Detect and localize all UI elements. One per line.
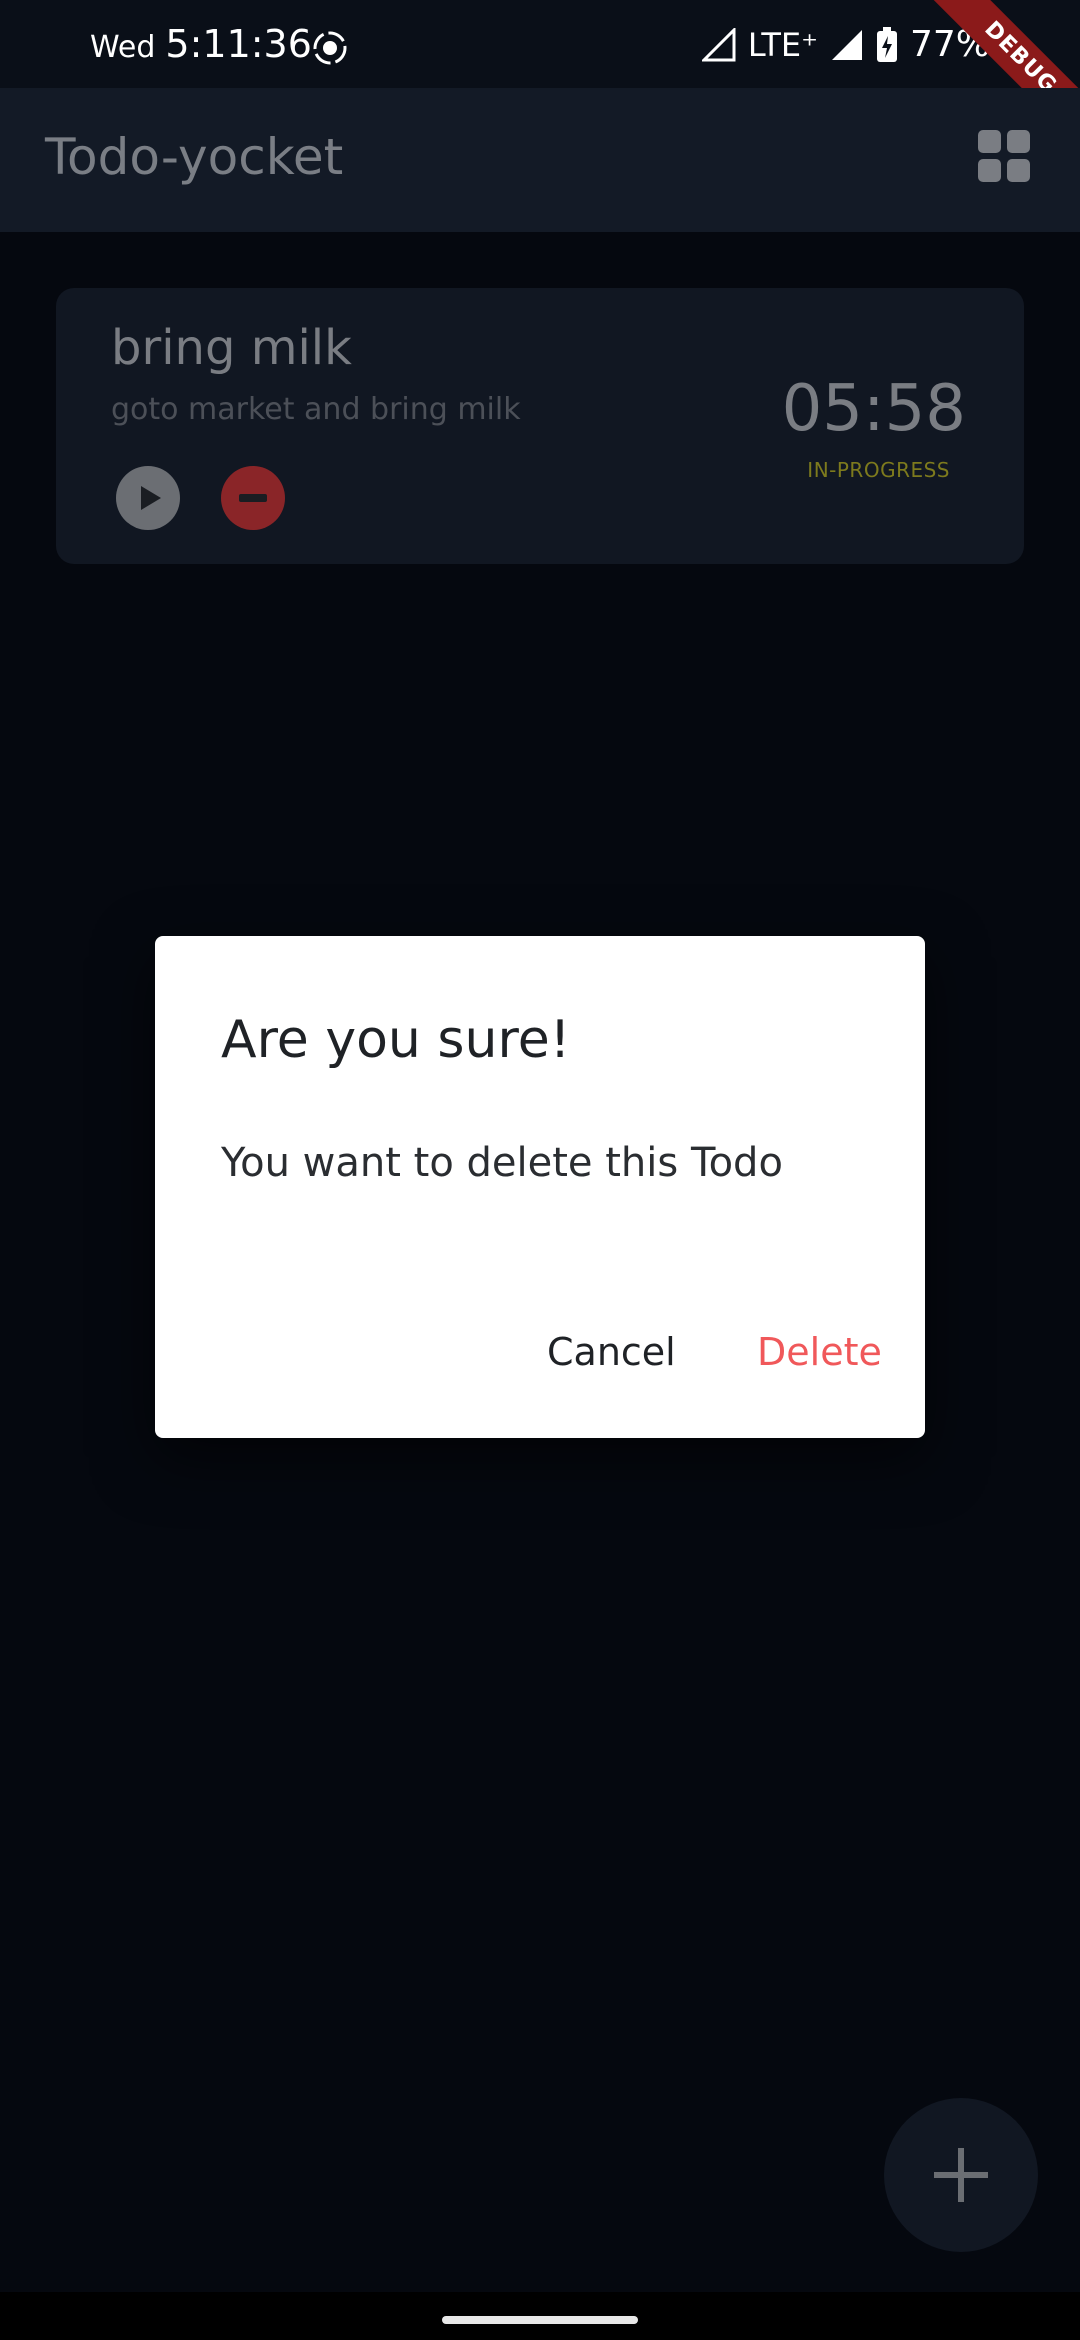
add-icon bbox=[934, 2148, 988, 2202]
todo-timer: 05:58 bbox=[781, 372, 966, 446]
status-day: Wed bbox=[90, 30, 156, 65]
status-time: 5:11:36 bbox=[165, 22, 312, 66]
grid-view-icon[interactable] bbox=[976, 128, 1032, 184]
app-bar: Todo-yocket bbox=[0, 88, 1080, 232]
status-bar: Wed 5:11:36 LTE⁺ 77% bbox=[0, 0, 1080, 88]
dialog-message: You want to delete this Todo bbox=[221, 1140, 783, 1186]
signal-icon bbox=[701, 27, 736, 61]
play-icon bbox=[141, 486, 161, 510]
battery-charging-icon bbox=[876, 26, 897, 62]
todo-title: bring milk bbox=[111, 320, 352, 376]
status-indicators: LTE⁺ 77% bbox=[701, 24, 990, 65]
confirm-delete-dialog: Are you sure! You want to delete this To… bbox=[155, 936, 925, 1438]
delete-todo-button[interactable] bbox=[221, 466, 285, 530]
status-clock: Wed 5:11:36 bbox=[90, 22, 312, 66]
network-type: LTE⁺ bbox=[747, 25, 818, 64]
screen-record-icon bbox=[313, 31, 347, 65]
page-title: Todo-yocket bbox=[45, 128, 344, 186]
todo-card[interactable]: bring milk goto market and bring milk 05… bbox=[56, 288, 1024, 564]
dialog-title: Are you sure! bbox=[221, 1010, 571, 1070]
minus-icon bbox=[239, 494, 267, 502]
todo-description: goto market and bring milk bbox=[111, 392, 521, 427]
add-todo-button[interactable] bbox=[884, 2098, 1038, 2252]
play-button[interactable] bbox=[116, 466, 180, 530]
status-badge: IN-PROGRESS bbox=[807, 458, 950, 482]
cancel-button[interactable]: Cancel bbox=[535, 1320, 688, 1384]
home-gesture-handle[interactable] bbox=[442, 2316, 638, 2324]
delete-button[interactable]: Delete bbox=[745, 1320, 894, 1384]
signal-icon bbox=[831, 29, 862, 60]
